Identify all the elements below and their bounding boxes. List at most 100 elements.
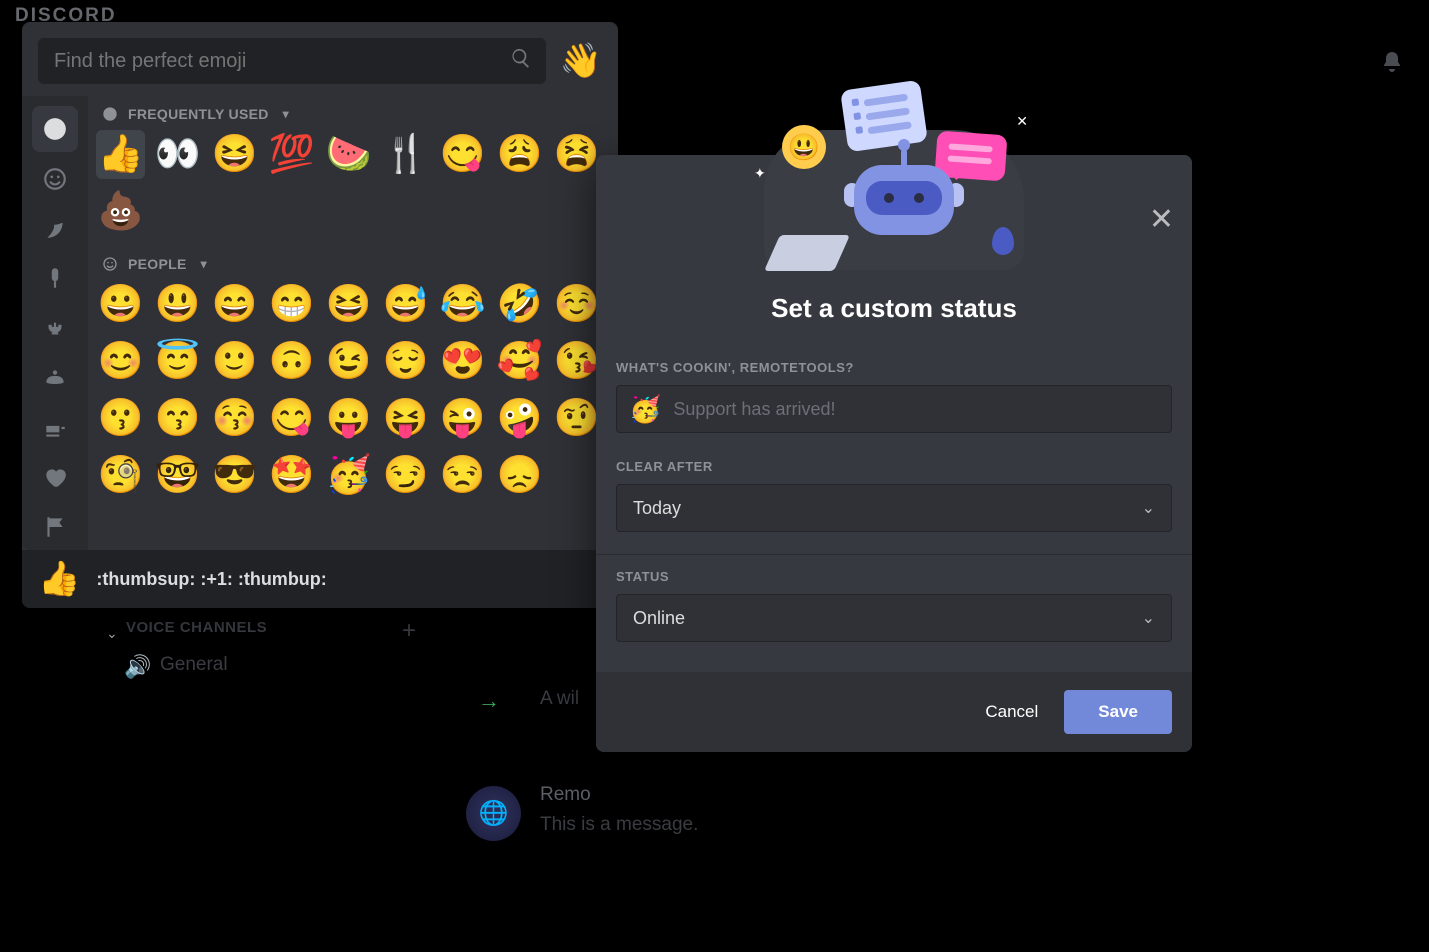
add-channel-icon[interactable]: + (402, 617, 416, 645)
category-recent[interactable] (32, 106, 78, 152)
category-activity[interactable] (32, 305, 78, 351)
emoji-cell[interactable]: 🥳 (324, 451, 373, 500)
message-text: This is a message. (540, 814, 698, 836)
category-food[interactable] (32, 255, 78, 301)
emoji-cell[interactable]: 👀 (153, 130, 202, 179)
emoji-cell[interactable]: 🤪 (495, 394, 544, 443)
preview-emoji: 👍 (38, 559, 80, 599)
preview-shortcodes: :thumbsup: :+1: :thumbup: (96, 569, 326, 590)
emoji-cell[interactable]: 💯 (267, 130, 316, 179)
emoji-cell[interactable]: 😇 (153, 337, 202, 386)
section-title: FREQUENTLY USED (128, 106, 269, 122)
status-placeholder: Support has arrived! (673, 399, 835, 420)
emoji-cell[interactable]: ☺️ (552, 280, 601, 329)
emoji-cell[interactable]: 😒 (438, 451, 487, 500)
clear-after-value: Today (633, 498, 681, 519)
emoji-cell[interactable]: 😃 (153, 280, 202, 329)
emoji-cell[interactable]: 😚 (210, 394, 259, 443)
emoji-cell[interactable]: 🤓 (153, 451, 202, 500)
voice-channels-heading[interactable]: VOICE CHANNELS (126, 619, 267, 636)
status-select-label: STATUS (616, 569, 1172, 584)
notification-bell-icon[interactable] (1380, 50, 1404, 81)
status-select-value: Online (633, 608, 685, 629)
section-frequently-used-header[interactable]: FREQUENTLY USED ▾ (96, 96, 610, 130)
status-emoji-picker[interactable]: 🥳 (629, 394, 661, 425)
search-icon (510, 47, 532, 75)
custom-status-modal: 😃 ✦✕ ✕ Set a custom status WHAT'S COOKIN… (596, 155, 1192, 752)
emoji-cell[interactable]: 😆 (210, 130, 259, 179)
cancel-button[interactable]: Cancel (967, 690, 1056, 734)
status-select[interactable]: Online ⌄ (616, 594, 1172, 642)
emoji-cell[interactable]: 🥰 (495, 337, 544, 386)
emoji-category-sidebar (22, 96, 88, 550)
emoji-cell[interactable]: 👍 (96, 130, 145, 179)
emoji-cell[interactable]: 😝 (381, 394, 430, 443)
chevron-down-icon: ▾ (283, 107, 289, 121)
emoji-cell[interactable]: 😁 (267, 280, 316, 329)
status-text-input[interactable]: 🥳 Support has arrived! (616, 385, 1172, 433)
speaker-icon: 🔊 (124, 654, 151, 680)
chevron-down-icon: ▾ (201, 257, 207, 271)
emoji-cell[interactable]: 😏 (381, 451, 430, 500)
close-icon[interactable]: ✕ (1149, 205, 1174, 235)
emoji-cell[interactable]: 😘 (552, 337, 601, 386)
category-custom[interactable] (32, 156, 78, 202)
emoji-cell[interactable]: 🙂 (210, 337, 259, 386)
emoji-cell[interactable]: 🤩 (267, 451, 316, 500)
modal-illustration: 😃 ✦✕ ✕ (596, 155, 1192, 285)
collapse-icon[interactable]: ⌄ (106, 625, 118, 642)
modal-actions: Cancel Save (596, 672, 1192, 752)
emoji-cell[interactable]: 🤣 (495, 280, 544, 329)
smiley-icon (102, 256, 118, 272)
save-button[interactable]: Save (1064, 690, 1172, 734)
category-travel[interactable] (32, 355, 78, 401)
section-people-header[interactable]: PEOPLE ▾ (96, 246, 610, 280)
emoji-cell[interactable]: 😊 (96, 337, 145, 386)
emoji-cell[interactable]: 😉 (324, 337, 373, 386)
emoji-cell[interactable]: 😂 (438, 280, 487, 329)
emoji-cell[interactable]: 💩 (96, 187, 145, 236)
emoji-cell[interactable]: 😀 (96, 280, 145, 329)
clear-after-select[interactable]: Today ⌄ (616, 484, 1172, 532)
message-author: Remo (540, 784, 591, 806)
emoji-cell[interactable]: 😞 (495, 451, 544, 500)
emoji-cell[interactable]: 😋 (267, 394, 316, 443)
emoji-cell[interactable]: 😎 (210, 451, 259, 500)
emoji-search-input[interactable] (52, 49, 510, 74)
emoji-cell[interactable]: 😫 (552, 130, 601, 179)
emoji-cell[interactable]: 😌 (381, 337, 430, 386)
emoji-cell[interactable]: 😆 (324, 280, 373, 329)
emoji-cell[interactable]: 😩 (495, 130, 544, 179)
channel-general[interactable]: General (160, 654, 228, 676)
emoji-cell[interactable]: 🙃 (267, 337, 316, 386)
emoji-cell[interactable]: 🧐 (96, 451, 145, 500)
emoji-cell[interactable]: 😍 (438, 337, 487, 386)
emoji-cell[interactable]: 😋 (438, 130, 487, 179)
emoji-cell[interactable]: 😜 (438, 394, 487, 443)
emoji-preview-bar: 👍 :thumbsup: :+1: :thumbup: (22, 550, 618, 608)
arrow-right-icon: → (478, 688, 500, 714)
category-symbols[interactable] (32, 454, 78, 500)
emoji-picker: 👋 (22, 22, 618, 608)
section-title: PEOPLE (128, 256, 187, 272)
emoji-cell[interactable]: 🍉 (324, 130, 373, 179)
emoji-cell[interactable]: 🍴 (381, 130, 430, 179)
emoji-cell[interactable]: 😗 (96, 394, 145, 443)
clock-icon (102, 106, 118, 122)
category-objects[interactable] (32, 405, 78, 451)
emoji-cell[interactable]: 😄 (210, 280, 259, 329)
avatar[interactable]: 🌐 (466, 786, 521, 841)
skin-tone-picker[interactable]: 👋 (560, 41, 602, 81)
emoji-cell[interactable]: 😅 (381, 280, 430, 329)
emoji-search[interactable] (38, 38, 546, 84)
system-message-text: A wil (540, 688, 579, 710)
emoji-cell[interactable]: 😛 (324, 394, 373, 443)
chevron-down-icon: ⌄ (1142, 608, 1155, 628)
emoji-cell[interactable]: 😙 (153, 394, 202, 443)
status-text-label: WHAT'S COOKIN', REMOTETOOLS? (616, 360, 1172, 375)
emoji-cell[interactable]: 🤨 (552, 394, 601, 443)
category-flags[interactable] (32, 504, 78, 550)
modal-title: Set a custom status (596, 285, 1192, 350)
emoji-grid: FREQUENTLY USED ▾ 👍👀😆💯🍉🍴😋😩😫💩 PEOPLE ▾ 😀😃… (88, 96, 618, 550)
category-nature[interactable] (32, 206, 78, 252)
